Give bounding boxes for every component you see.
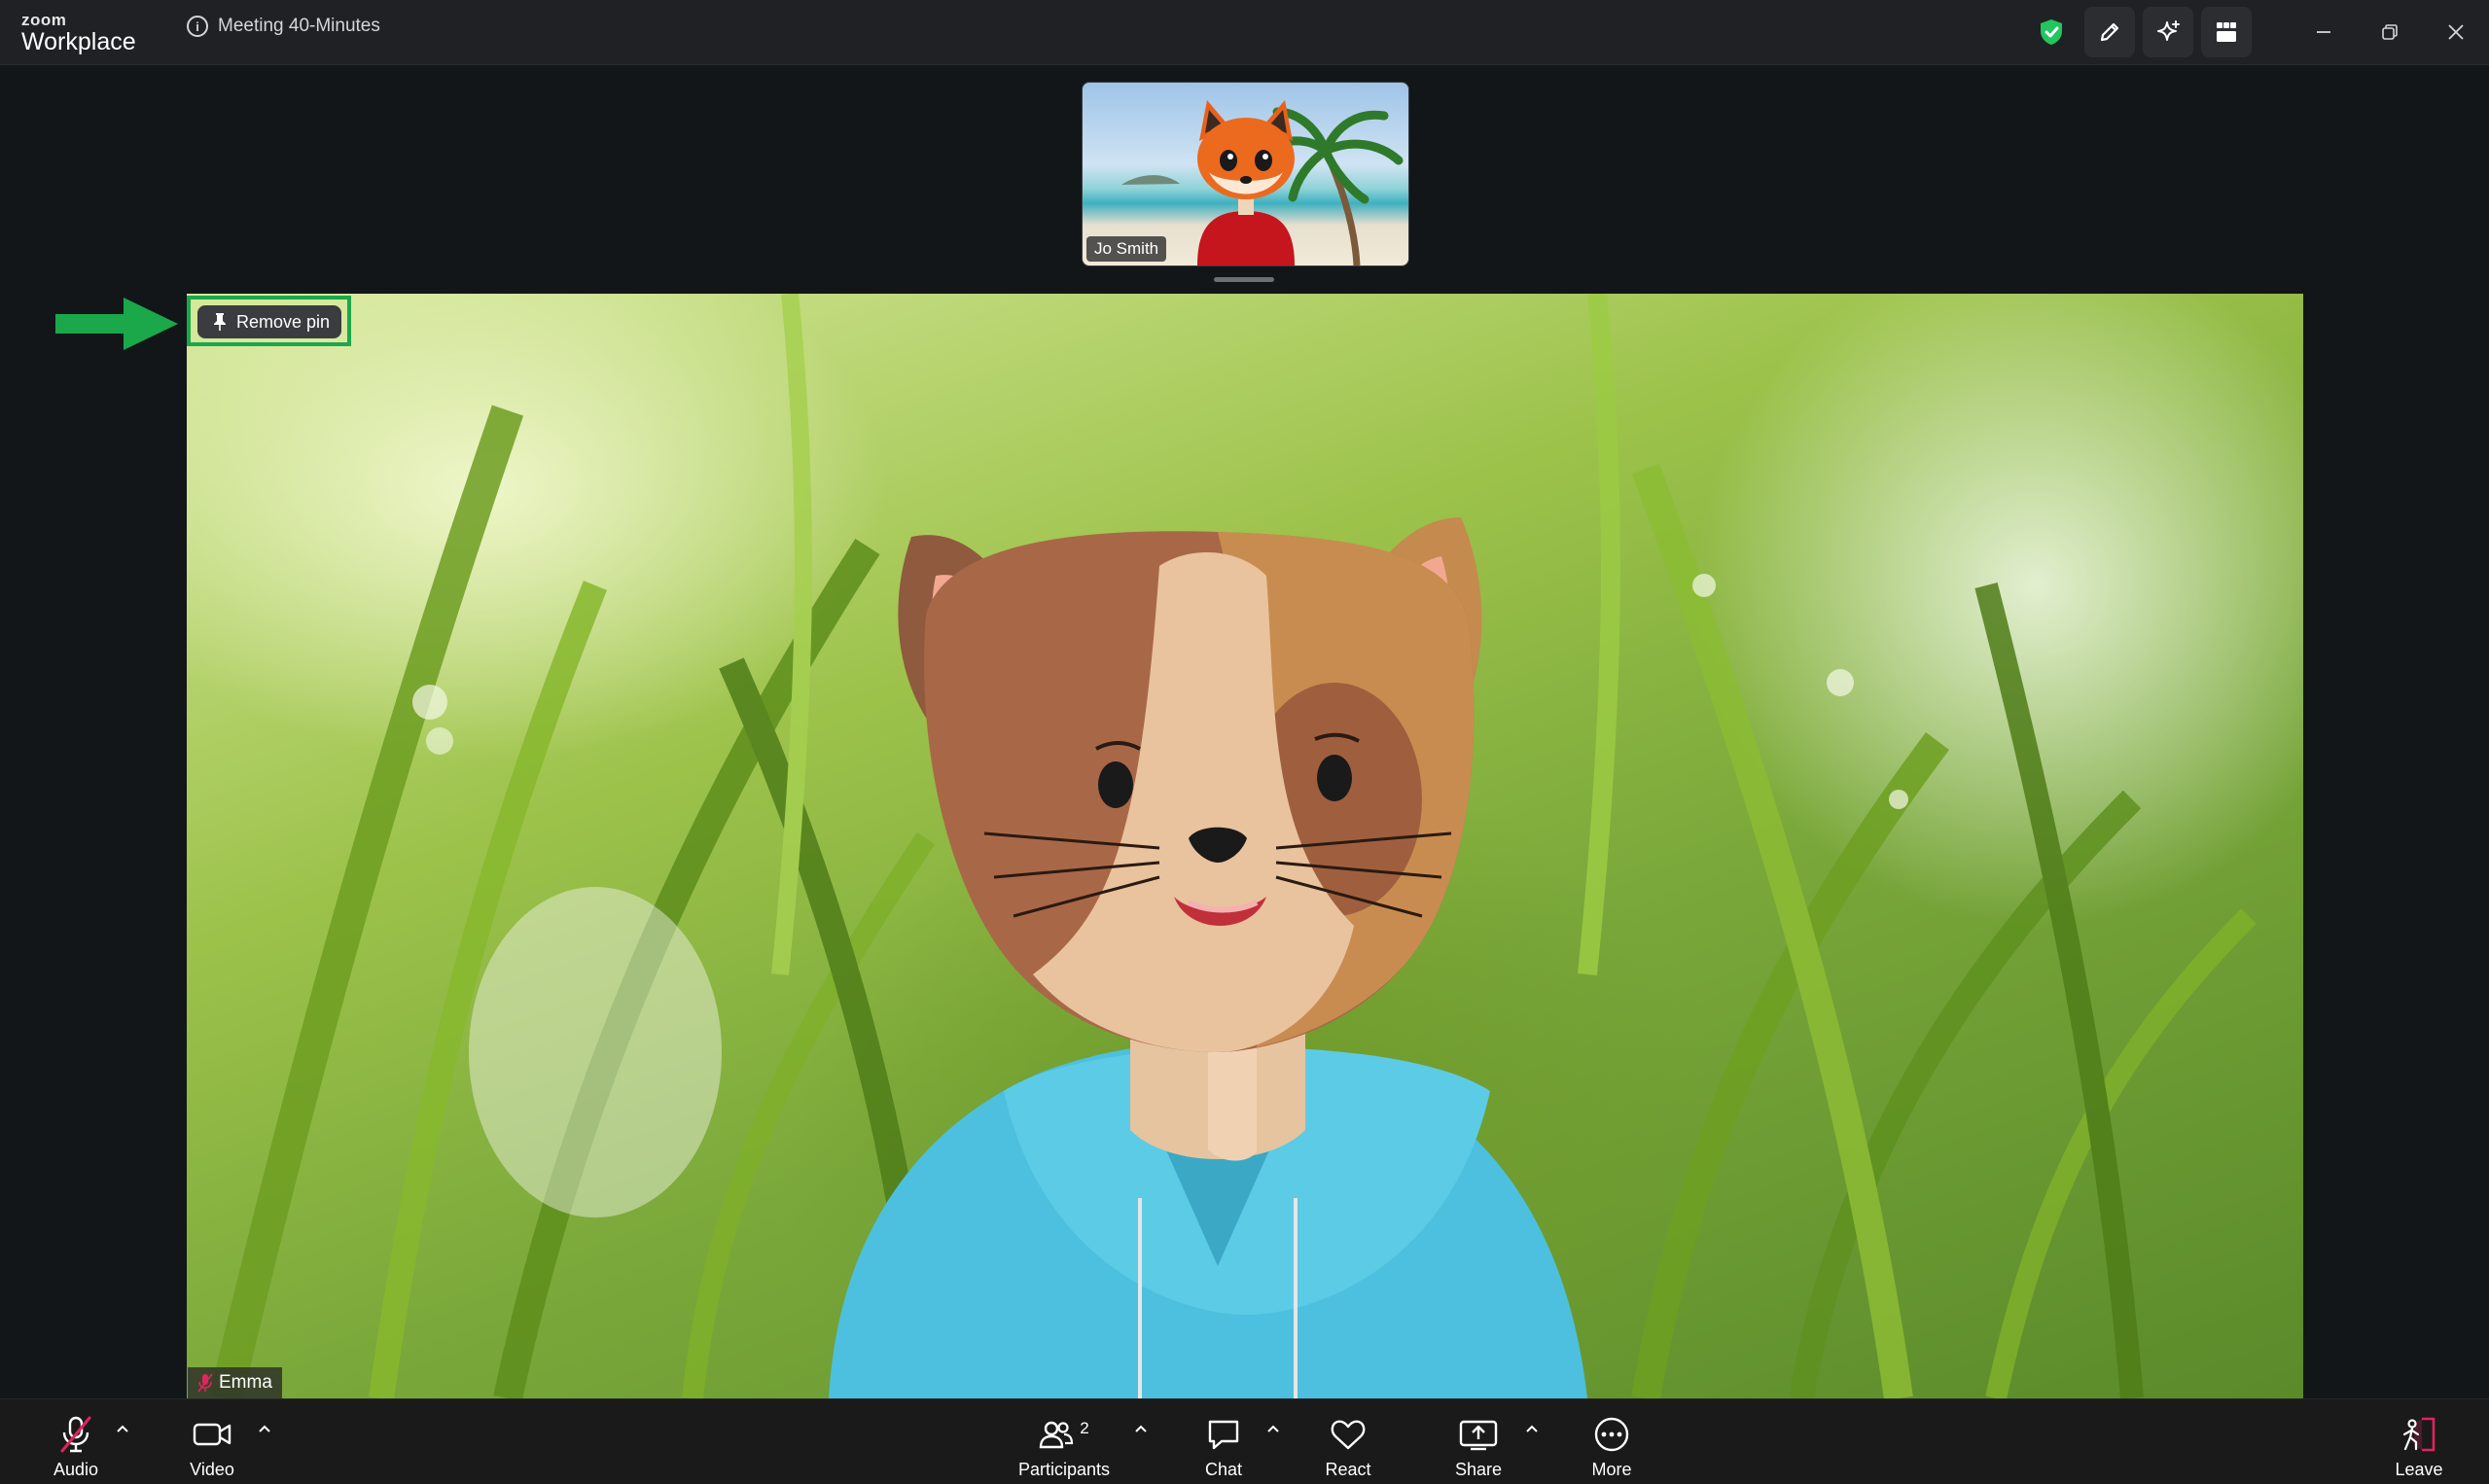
participants-count: 2	[1080, 1419, 1089, 1437]
annotate-button[interactable]	[2084, 7, 2135, 57]
video-options-caret[interactable]	[255, 1419, 274, 1438]
close-button[interactable]	[2423, 0, 2489, 64]
sparkle-icon	[2157, 20, 2180, 41]
main-participant-name-tag: Emma	[188, 1367, 282, 1398]
chat-button[interactable]: Chat	[1185, 1399, 1262, 1484]
leave-door-icon	[2402, 1417, 2436, 1452]
audio-options-caret[interactable]	[113, 1419, 132, 1438]
shield-check-icon	[2041, 19, 2062, 45]
participants-options-caret[interactable]	[1131, 1419, 1151, 1438]
minimize-button[interactable]	[2291, 0, 2357, 64]
minimize-icon	[2317, 31, 2330, 33]
meeting-title: Meeting 40-Minutes	[218, 16, 380, 36]
react-button[interactable]: React	[1309, 1399, 1387, 1484]
react-label: React	[1325, 1460, 1371, 1479]
mic-muted-icon	[60, 1416, 91, 1453]
remove-pin-button[interactable]: Remove pin	[197, 305, 341, 338]
brand-bottom: Workplace	[21, 28, 136, 55]
close-icon	[2448, 24, 2464, 40]
grid-view-icon	[2217, 22, 2236, 42]
green-arrow-annotation	[55, 298, 178, 350]
chevron-up-icon	[117, 1425, 128, 1432]
meeting-info[interactable]: i Meeting 40-Minutes	[187, 16, 380, 37]
more-label: More	[1591, 1460, 1632, 1479]
audio-button[interactable]: Audio	[37, 1399, 115, 1484]
main-participant-name: Emma	[219, 1372, 272, 1393]
share-label: Share	[1454, 1460, 1503, 1479]
remove-pin-label: Remove pin	[236, 311, 331, 332]
app-logo: zoom Workplace	[21, 12, 136, 54]
view-layout-button[interactable]	[2201, 7, 2252, 57]
chat-bubble-icon	[1208, 1420, 1239, 1450]
cat-avatar-image	[209, 294, 2257, 1398]
chevron-up-icon	[1135, 1425, 1147, 1432]
chat-label: Chat	[1204, 1460, 1243, 1479]
meeting-toolbar: Audio Video 2 Participants Chat React Sh…	[0, 1398, 2489, 1484]
participants-button[interactable]: 2 Participants	[1006, 1399, 1122, 1484]
share-screen-icon	[1459, 1420, 1498, 1451]
heart-react-icon	[1331, 1420, 1366, 1450]
participants-label: Participants	[1017, 1460, 1111, 1479]
video-label: Video	[190, 1460, 234, 1479]
pin-icon	[214, 313, 226, 331]
chevron-up-icon	[259, 1425, 270, 1432]
restore-button[interactable]	[2357, 0, 2423, 64]
video-camera-icon	[193, 1423, 231, 1446]
share-options-caret[interactable]	[1522, 1419, 1542, 1438]
security-shield-button[interactable]	[2026, 7, 2077, 57]
main-video-tile[interactable]	[187, 294, 2303, 1398]
audio-label: Audio	[53, 1460, 99, 1479]
participant-thumbnail[interactable]: Jo Smith	[1082, 82, 1409, 266]
filmstrip-drag-handle[interactable]	[1214, 277, 1274, 282]
video-button[interactable]: Video	[173, 1399, 251, 1484]
chat-options-caret[interactable]	[1263, 1419, 1283, 1438]
more-button[interactable]: More	[1573, 1399, 1651, 1484]
ai-companion-button[interactable]	[2143, 7, 2193, 57]
share-button[interactable]: Share	[1440, 1399, 1517, 1484]
restore-icon	[2382, 24, 2398, 40]
pencil-icon	[2100, 22, 2119, 42]
chevron-up-icon	[1267, 1425, 1279, 1432]
title-bar: zoom Workplace i Meeting 40-Minutes	[0, 0, 2489, 65]
more-dots-icon	[1594, 1417, 1629, 1452]
mic-muted-icon	[197, 1373, 213, 1393]
info-icon: i	[187, 16, 208, 37]
leave-label: Leave	[2395, 1460, 2443, 1479]
chevron-up-icon	[1526, 1425, 1538, 1432]
thumbnail-participant-name: Jo Smith	[1086, 236, 1167, 262]
leave-button[interactable]: Leave	[2380, 1399, 2458, 1484]
brand-top: zoom	[21, 11, 67, 29]
participants-icon	[1040, 1421, 1074, 1449]
